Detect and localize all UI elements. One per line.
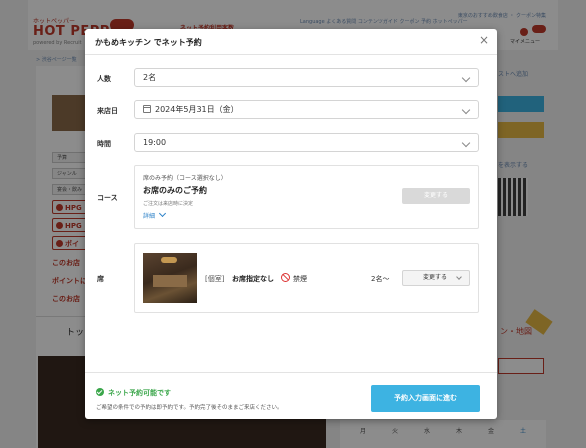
reservation-modal: かもめキッチン でネット予約 × 人数 2名 来店日 2024年5月31日（金）… [85,29,497,419]
chevron-down-icon [461,73,471,83]
seat-label: 席 [97,275,104,283]
course-title: お席のみのご予約 [143,186,207,195]
seat-photo [143,253,197,303]
seat-card: [個室] お席指定なし 禁煙 2名〜 変更する [134,243,479,313]
chevron-down-icon [461,138,471,148]
time-value: 19:00 [143,138,167,147]
people-value: 2名 [143,73,157,82]
chevron-down-icon [456,274,462,280]
date-label: 来店日 [97,107,118,115]
chevron-down-icon [158,209,167,218]
seat-change-label: 変更する [423,274,448,281]
divider [85,54,497,55]
date-value: 2024年5月31日（金） [155,105,239,114]
divider [85,372,497,373]
availability-status: ネット予約可能です [108,389,171,397]
course-detail-link[interactable]: 詳細 [143,209,167,220]
modal-title: かもめキッチン でネット予約 [95,38,202,47]
seat-change-button[interactable]: 変更する [402,270,470,286]
seat-type: [個室] [205,275,225,283]
calendar-icon [143,105,151,113]
time-select[interactable]: 19:00 [134,133,479,152]
people-label: 人数 [97,75,111,83]
date-select[interactable]: 2024年5月31日（金） [134,100,479,119]
course-subtitle: 席のみ予約（コース選択なし） [143,175,227,182]
time-label: 時間 [97,140,111,148]
chevron-down-icon [461,105,471,115]
seat-capacity: 2名〜 [371,275,390,283]
course-card: 席のみ予約（コース選択なし） お席のみのご予約 ご注文は来店時に決定 詳細 変更… [134,165,479,229]
course-note: ご注文は来店時に決定 [143,201,194,207]
seat-name: お席指定なし [232,275,274,283]
check-circle-icon [96,388,104,396]
proceed-button[interactable]: 予約入力画面に進む [371,385,480,412]
course-change-button[interactable]: 変更する [402,188,470,204]
course-label: コース [97,194,118,202]
availability-note: ご希望の条件での予約は即予約です。予約完了後そのままご来店ください。 [96,405,283,411]
no-smoking-icon [281,273,290,282]
close-icon[interactable]: × [479,34,489,46]
smoking-label: 禁煙 [293,275,307,283]
course-detail-label: 詳細 [143,213,156,220]
people-select[interactable]: 2名 [134,68,479,87]
